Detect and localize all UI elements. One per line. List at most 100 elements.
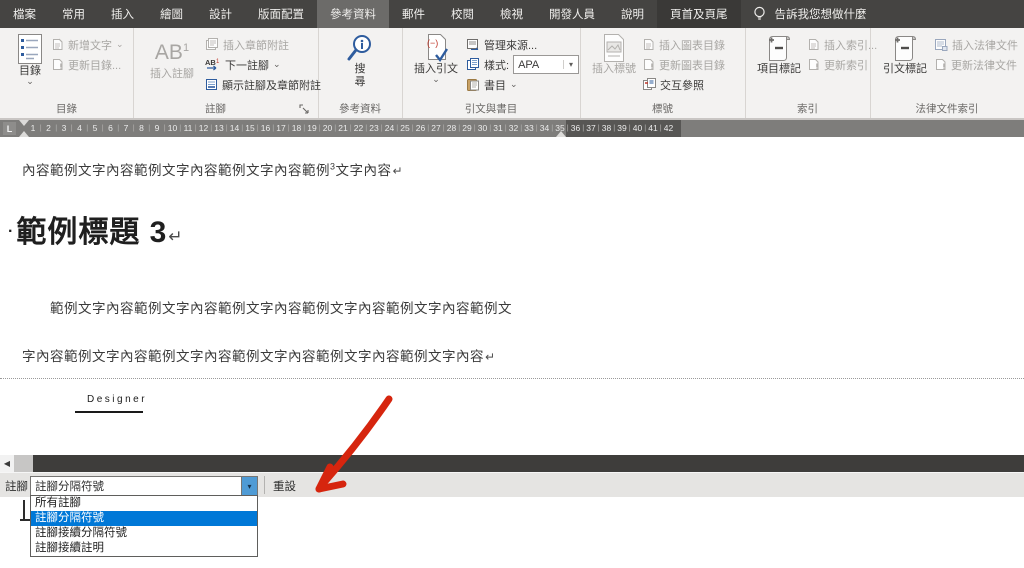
insert-table-of-authorities-button[interactable]: 插入法律文件 (934, 35, 1018, 54)
bibliography-button[interactable]: 書目 ⌄ (466, 75, 518, 94)
show-notes-icon (205, 78, 218, 91)
tab-mailings[interactable]: 郵件 (389, 0, 438, 28)
insert-citation-button[interactable]: (−) 插入引文 ⌄ (410, 33, 462, 84)
add-text-icon (51, 38, 64, 51)
mark-entry-icon (765, 33, 793, 63)
ruler-number: 24 (384, 123, 395, 133)
ruler-tick: | (179, 123, 182, 132)
ruler-number: 39 (617, 123, 627, 133)
update-index-label: 更新索引 (824, 59, 868, 72)
ruler-number: 25 (400, 123, 410, 133)
ruler-number: 7 (123, 123, 129, 133)
ruler-number: 6 (108, 123, 113, 133)
ruler-tick: | (225, 123, 228, 132)
group-index: 項目標記 插入索引... 更新索引 索引 (745, 28, 877, 118)
ruler-numbers: 1 | 2 | 3 | 4 | 5 | 6 | 7 | 8 | 9 | 10 | 11 | 12 | 13 | 14 | 15 | 16 | 1… (0, 120, 1024, 137)
group-label-index: 索引 (797, 103, 818, 115)
tab-design[interactable]: 設計 (196, 0, 245, 28)
footnote-view-dropdown: 所有註腳 註腳分隔符號 註腳接續分隔符號 註腳接續註明 (30, 495, 258, 557)
dropdown-option-footnote-separator[interactable]: 註腳分隔符號 (31, 511, 257, 526)
cross-reference-button[interactable]: 交互參照 (642, 75, 704, 94)
scrollbar-thumb[interactable] (14, 455, 33, 472)
ruler-tick: | (566, 123, 569, 132)
show-notes-button[interactable]: 顯示註腳及章節附註 (205, 75, 321, 94)
insert-table-of-figures-label: 插入圖表目錄 (659, 39, 725, 52)
group-authorities: 引文標記 插入法律文件 更新法律文件 法律文件索引 (870, 28, 1024, 118)
scroll-left-button[interactable]: ◀ (0, 455, 14, 472)
ruler-number: 13 (214, 123, 224, 133)
manage-sources-button[interactable]: 管理來源... (466, 35, 537, 54)
insert-table-of-figures-icon (642, 38, 655, 51)
dropdown-arrow-icon[interactable]: ▾ (241, 477, 257, 495)
citation-style-value: APA (518, 58, 540, 71)
ruler-number: 21 (338, 123, 348, 133)
tab-review[interactable]: 校閱 (438, 0, 487, 28)
tab-file[interactable]: 檔案 (0, 0, 49, 28)
document-page[interactable]: 內容範例文字內容範例文字內容範例文字內容範例3文字內容↵ ·範例標題 3↵ 範例… (0, 137, 1024, 455)
ruler-tick: | (39, 123, 42, 132)
insert-table-of-authorities-label: 插入法律文件 (952, 39, 1018, 52)
ruler-tick: | (365, 123, 368, 132)
ruler-number: 20 (322, 123, 333, 133)
ruler-tick: | (458, 123, 461, 132)
svg-text:(−): (−) (427, 38, 438, 48)
citation-style-select[interactable]: APA ▾ (513, 55, 580, 74)
ruler-number: 33 (524, 123, 534, 133)
ruler-number: 2 (46, 123, 51, 133)
mark-citation-button[interactable]: 引文標記 (880, 33, 930, 76)
insert-endnote-button[interactable]: 插入章節附註 (205, 35, 289, 54)
tab-references[interactable]: 參考資料 (317, 0, 389, 28)
footnotes-dialog-launcher[interactable] (299, 104, 310, 115)
ruler-number: 10 (167, 123, 178, 133)
insert-citation-icon: (−) (421, 33, 451, 63)
smart-lookup-button[interactable]: 搜尋 (340, 33, 380, 89)
footnote-pane-label: 註腳 (5, 481, 28, 493)
insert-caption-button[interactable]: 插入標號 (590, 33, 638, 76)
update-table-of-authorities-button[interactable]: 更新法律文件 (934, 55, 1017, 74)
mark-entry-button[interactable]: 項目標記 (755, 33, 803, 76)
tab-layout[interactable]: 版面配置 (245, 0, 317, 28)
footer-designer-label: Designer (87, 394, 148, 405)
next-footnote-icon: AB 1 (205, 58, 221, 71)
tab-home[interactable]: 常用 (49, 0, 98, 28)
dropdown-option-continuation-notice[interactable]: 註腳接續註明 (31, 541, 257, 556)
tab-insert[interactable]: 插入 (98, 0, 147, 28)
tab-view[interactable]: 檢視 (487, 0, 536, 28)
ruler-number: 5 (92, 123, 98, 133)
add-text-button[interactable]: 新增文字 ⌄ (51, 35, 124, 54)
tab-help[interactable]: 說明 (608, 0, 657, 28)
insert-footnote-label: 插入註腳 (150, 68, 194, 80)
update-table-of-figures-button[interactable]: 更新圖表目錄 (642, 55, 725, 74)
insert-caption-label: 插入標號 (592, 63, 636, 75)
update-table-of-authorities-label: 更新法律文件 (951, 59, 1017, 72)
insert-index-button[interactable]: 插入索引... (807, 35, 877, 54)
update-table-of-figures-icon (642, 58, 655, 71)
horizontal-ruler[interactable]: L 1 | 2 | 3 | 4 | 5 | 6 | 7 | 8 | 9 | 10 | 11 | 12 | 13 | 14 | 15 | 16… (0, 120, 1024, 137)
tab-draw[interactable]: 繪圖 (147, 0, 196, 28)
ruler-number: 22 (353, 123, 364, 133)
ruler-number: 32 (508, 123, 519, 133)
insert-footnote-button[interactable]: AB1 插入註腳 (145, 33, 199, 81)
toc-button[interactable]: 目錄 ⌄ (10, 33, 50, 86)
insert-table-of-figures-button[interactable]: 插入圖表目錄 (642, 35, 725, 54)
footnote-view-select[interactable]: 註腳分隔符號 ▾ (30, 476, 258, 496)
ruler-tick: | (303, 123, 306, 132)
update-toc-button[interactable]: 更新目錄... (51, 55, 121, 74)
group-label-toc: 目錄 (56, 103, 77, 115)
tab-header-footer[interactable]: 頁首及頁尾 (657, 0, 741, 28)
horizontal-scrollbar[interactable]: ◀ (0, 455, 1024, 472)
tell-me-box[interactable]: 告訴我您想做什麼 (741, 0, 879, 28)
group-footnotes: AB1 插入註腳 插入章節附註 AB 1 下一註腳 ⌄ 顯示註腳及章節附註 註腳 (133, 28, 321, 118)
tab-developer[interactable]: 開發人員 (536, 0, 608, 28)
next-footnote-button[interactable]: AB 1 下一註腳 ⌄ (205, 55, 281, 74)
update-index-button[interactable]: 更新索引 (807, 55, 868, 74)
dropdown-option-all-footnotes[interactable]: 所有註腳 (31, 496, 257, 511)
ruler-number: 36 (570, 123, 581, 133)
ruler-number: 17 (276, 123, 286, 133)
style-label: 樣式: (484, 59, 510, 72)
paragraph-mark-icon: ↵ (168, 227, 184, 246)
dropdown-option-continuation-separator[interactable]: 註腳接續分隔符號 (31, 526, 257, 541)
reset-button[interactable]: 重設 (273, 478, 296, 494)
ruler-number: 40 (632, 123, 643, 133)
group-label-footnotes: 註腳 (205, 103, 226, 115)
